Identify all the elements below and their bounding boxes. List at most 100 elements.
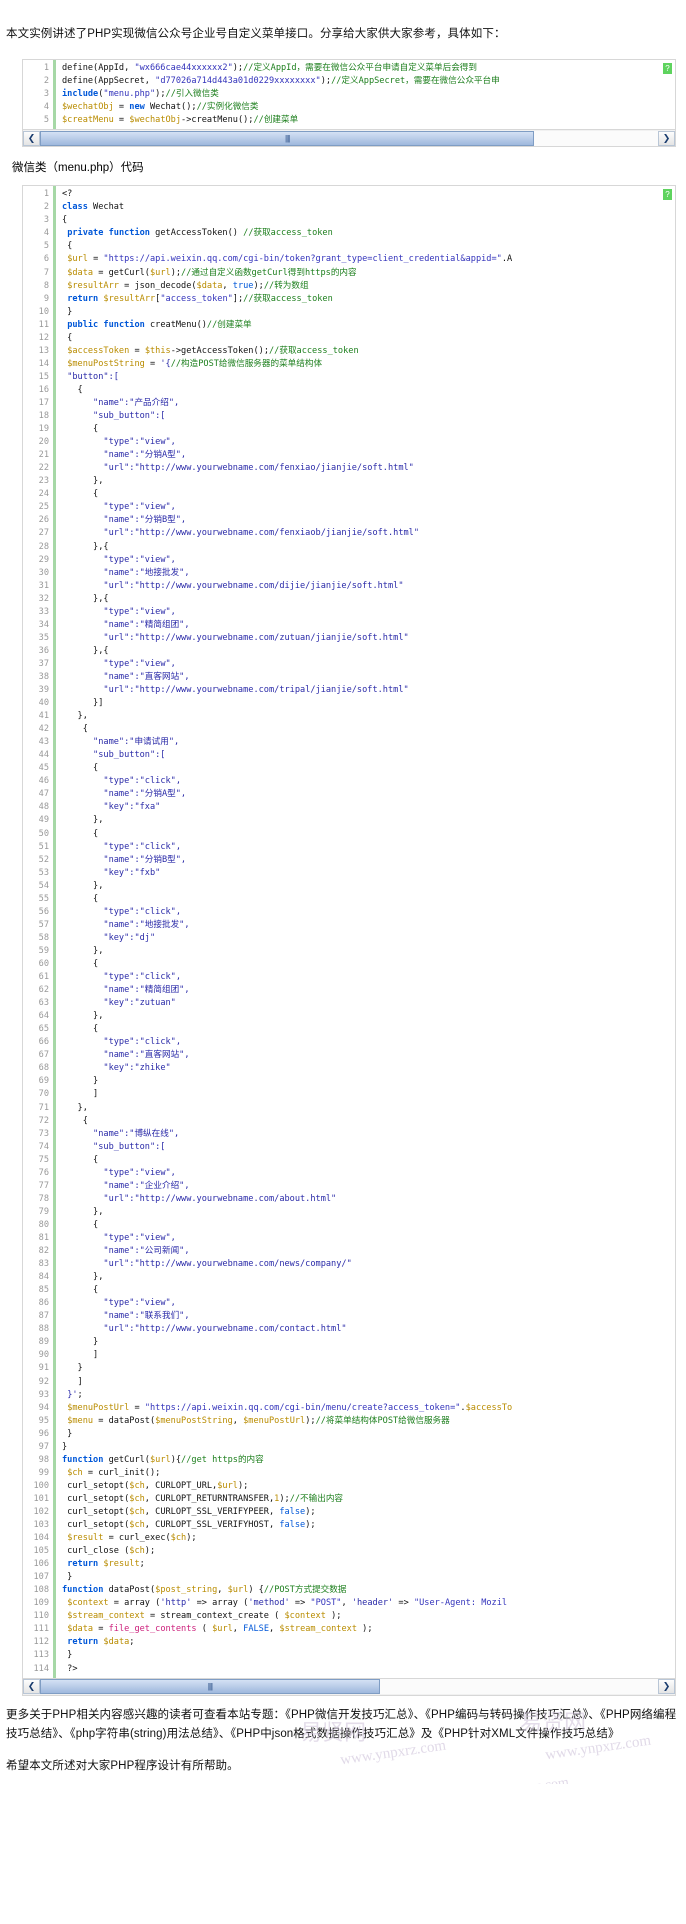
code-line: "type":"view",: [103, 554, 176, 565]
line-number: 69: [38, 1076, 49, 1087]
code-block-2-scroll-thumb[interactable]: ||||: [40, 1679, 380, 1695]
code-line: "key":"dj": [103, 932, 156, 943]
code-line: },: [62, 711, 88, 722]
code-line: "key":"fxb": [103, 867, 161, 878]
code-line: public function creatMenu()//创建菜单: [67, 319, 252, 330]
line-number: 100: [33, 1480, 49, 1491]
line-number: 34: [38, 619, 49, 630]
line-number: 58: [38, 932, 49, 943]
code-line: "sub_button":[: [93, 411, 166, 422]
code-line: <?: [62, 189, 73, 200]
line-number: 105: [33, 1546, 49, 1557]
line-number: 14: [38, 358, 49, 369]
code-line: curl_setopt($ch, CURLOPT_RETURNTRANSFER,…: [62, 1493, 344, 1504]
code-line: "type":"view",: [103, 658, 176, 669]
code-line: "name":"精简组团",: [103, 985, 190, 996]
line-number: 77: [38, 1180, 49, 1191]
code-line: define(AppSecret, "d77026a714d443a01d022…: [62, 76, 500, 87]
line-number: 73: [38, 1128, 49, 1139]
line-number: 84: [38, 1272, 49, 1283]
code-line: "name":"分销B型",: [103, 854, 187, 865]
line-number: 5: [43, 241, 49, 252]
code-line: "type":"click",: [103, 1037, 182, 1048]
code-line: ]: [62, 1089, 99, 1100]
line-number: 102: [33, 1506, 49, 1517]
code-line: }: [62, 1650, 73, 1661]
code-line: {: [62, 893, 99, 904]
code-line: "name":"分销A型",: [103, 789, 187, 800]
code-line: return $result;: [67, 1559, 145, 1570]
code-line: {: [62, 489, 99, 500]
code-line: function dataPost($post_string, $url) {/…: [62, 1585, 347, 1596]
code-block-2-hscrollbar[interactable]: ❮ |||| ❯: [23, 1677, 675, 1695]
line-number: 86: [38, 1298, 49, 1309]
line-number: 30: [38, 567, 49, 578]
code-lang-badge-icon[interactable]: ?: [663, 189, 672, 201]
code-block-1-scroll-thumb[interactable]: ||||: [40, 130, 535, 146]
line-number: 31: [38, 580, 49, 591]
code-line: }: [62, 1428, 73, 1439]
code-line: }]: [62, 698, 104, 709]
code-block-2-line-numbers: 1 2 3 4 5 6 7 8 9 10 11 12 13 14 15 16 17 18 19 20 21 22 23 24 2…: [23, 186, 56, 1678]
line-number: 15: [38, 371, 49, 382]
line-number: 6: [43, 254, 49, 265]
line-number: 90: [38, 1350, 49, 1361]
line-number: 94: [38, 1402, 49, 1413]
code-line: }: [62, 1363, 83, 1374]
scroll-left-arrow-icon[interactable]: ❮: [23, 130, 40, 146]
line-number: 21: [38, 450, 49, 461]
code-line: ]: [62, 1376, 83, 1387]
line-number: 78: [38, 1193, 49, 1204]
code-block-2: ? 1 2 3 4 5 6 7 8 9 10 11 12 13 14 15 16 17 18 19 20 21 22 23 2…: [22, 185, 676, 1696]
line-number: 20: [38, 437, 49, 448]
code-block-1-scroll-track[interactable]: ||||: [40, 130, 658, 146]
code-lang-badge-icon[interactable]: ?: [663, 63, 672, 74]
line-number: 3: [43, 89, 49, 100]
line-number: 61: [38, 972, 49, 983]
code-line: {: [62, 215, 68, 226]
line-number: 35: [38, 632, 49, 643]
code-line: {: [62, 959, 99, 969]
outro-paragraph-1: 更多关于PHP相关内容感兴趣的读者可查看本站专题：《PHP微信开发技巧汇总》、《…: [6, 1708, 677, 1740]
line-number: 72: [38, 1115, 49, 1126]
code-line: "name":"精简组团",: [103, 619, 190, 630]
line-number: 93: [38, 1389, 49, 1400]
code-line: $data = getCurl($url);//通过自定义函数getCurl得到…: [67, 267, 357, 278]
code-line: {: [62, 384, 83, 395]
code-line: curl_setopt($ch, CURLOPT_SSL_VERIFYHOST,…: [62, 1520, 316, 1531]
line-number: 37: [38, 658, 49, 669]
line-number: 50: [38, 828, 49, 839]
line-number: 22: [38, 463, 49, 474]
code-line: private function getAccessToken() //获取ac…: [67, 228, 333, 239]
line-number: 25: [38, 502, 49, 513]
code-line: "type":"view",: [103, 1167, 176, 1178]
code-line: {: [62, 241, 73, 252]
code-line: $creatMenu = $wechatObj->creatMenu();//创…: [62, 115, 299, 126]
line-number: 107: [33, 1572, 49, 1583]
code-block-1-hscrollbar[interactable]: ❮ |||| ❯: [23, 129, 675, 147]
line-number: 65: [38, 1024, 49, 1035]
line-number: 47: [38, 789, 49, 800]
code-line: return $data;: [67, 1637, 135, 1648]
code-line: }: [62, 1572, 73, 1583]
code-line: "type":"click",: [103, 972, 182, 983]
line-number: 98: [38, 1454, 49, 1465]
line-number: 8: [43, 280, 49, 291]
scroll-right-arrow-icon[interactable]: ❯: [658, 130, 675, 146]
code-line: curl_setopt($ch, CURLOPT_URL,$url);: [62, 1480, 249, 1491]
code-line: {: [62, 424, 99, 435]
code-block-2-scroll-track[interactable]: ||||: [40, 1679, 658, 1695]
scroll-right-arrow-icon[interactable]: ❯: [658, 1679, 675, 1695]
line-number: 108: [33, 1585, 49, 1596]
code-line: $menuPostUrl = "https://api.weixin.qq.co…: [67, 1402, 513, 1413]
line-number: 51: [38, 841, 49, 852]
code-line: $context = array ('http' => array ('meth…: [67, 1598, 508, 1609]
line-number: 62: [38, 985, 49, 996]
line-number: 12: [38, 332, 49, 343]
code-line: "name":"联系我们",: [103, 1311, 190, 1322]
line-number: 83: [38, 1259, 49, 1270]
scroll-left-arrow-icon[interactable]: ❮: [23, 1679, 40, 1695]
line-number: 3: [43, 215, 49, 226]
line-number: 38: [38, 671, 49, 682]
code-line: "name":"公司新闻",: [103, 1246, 190, 1257]
